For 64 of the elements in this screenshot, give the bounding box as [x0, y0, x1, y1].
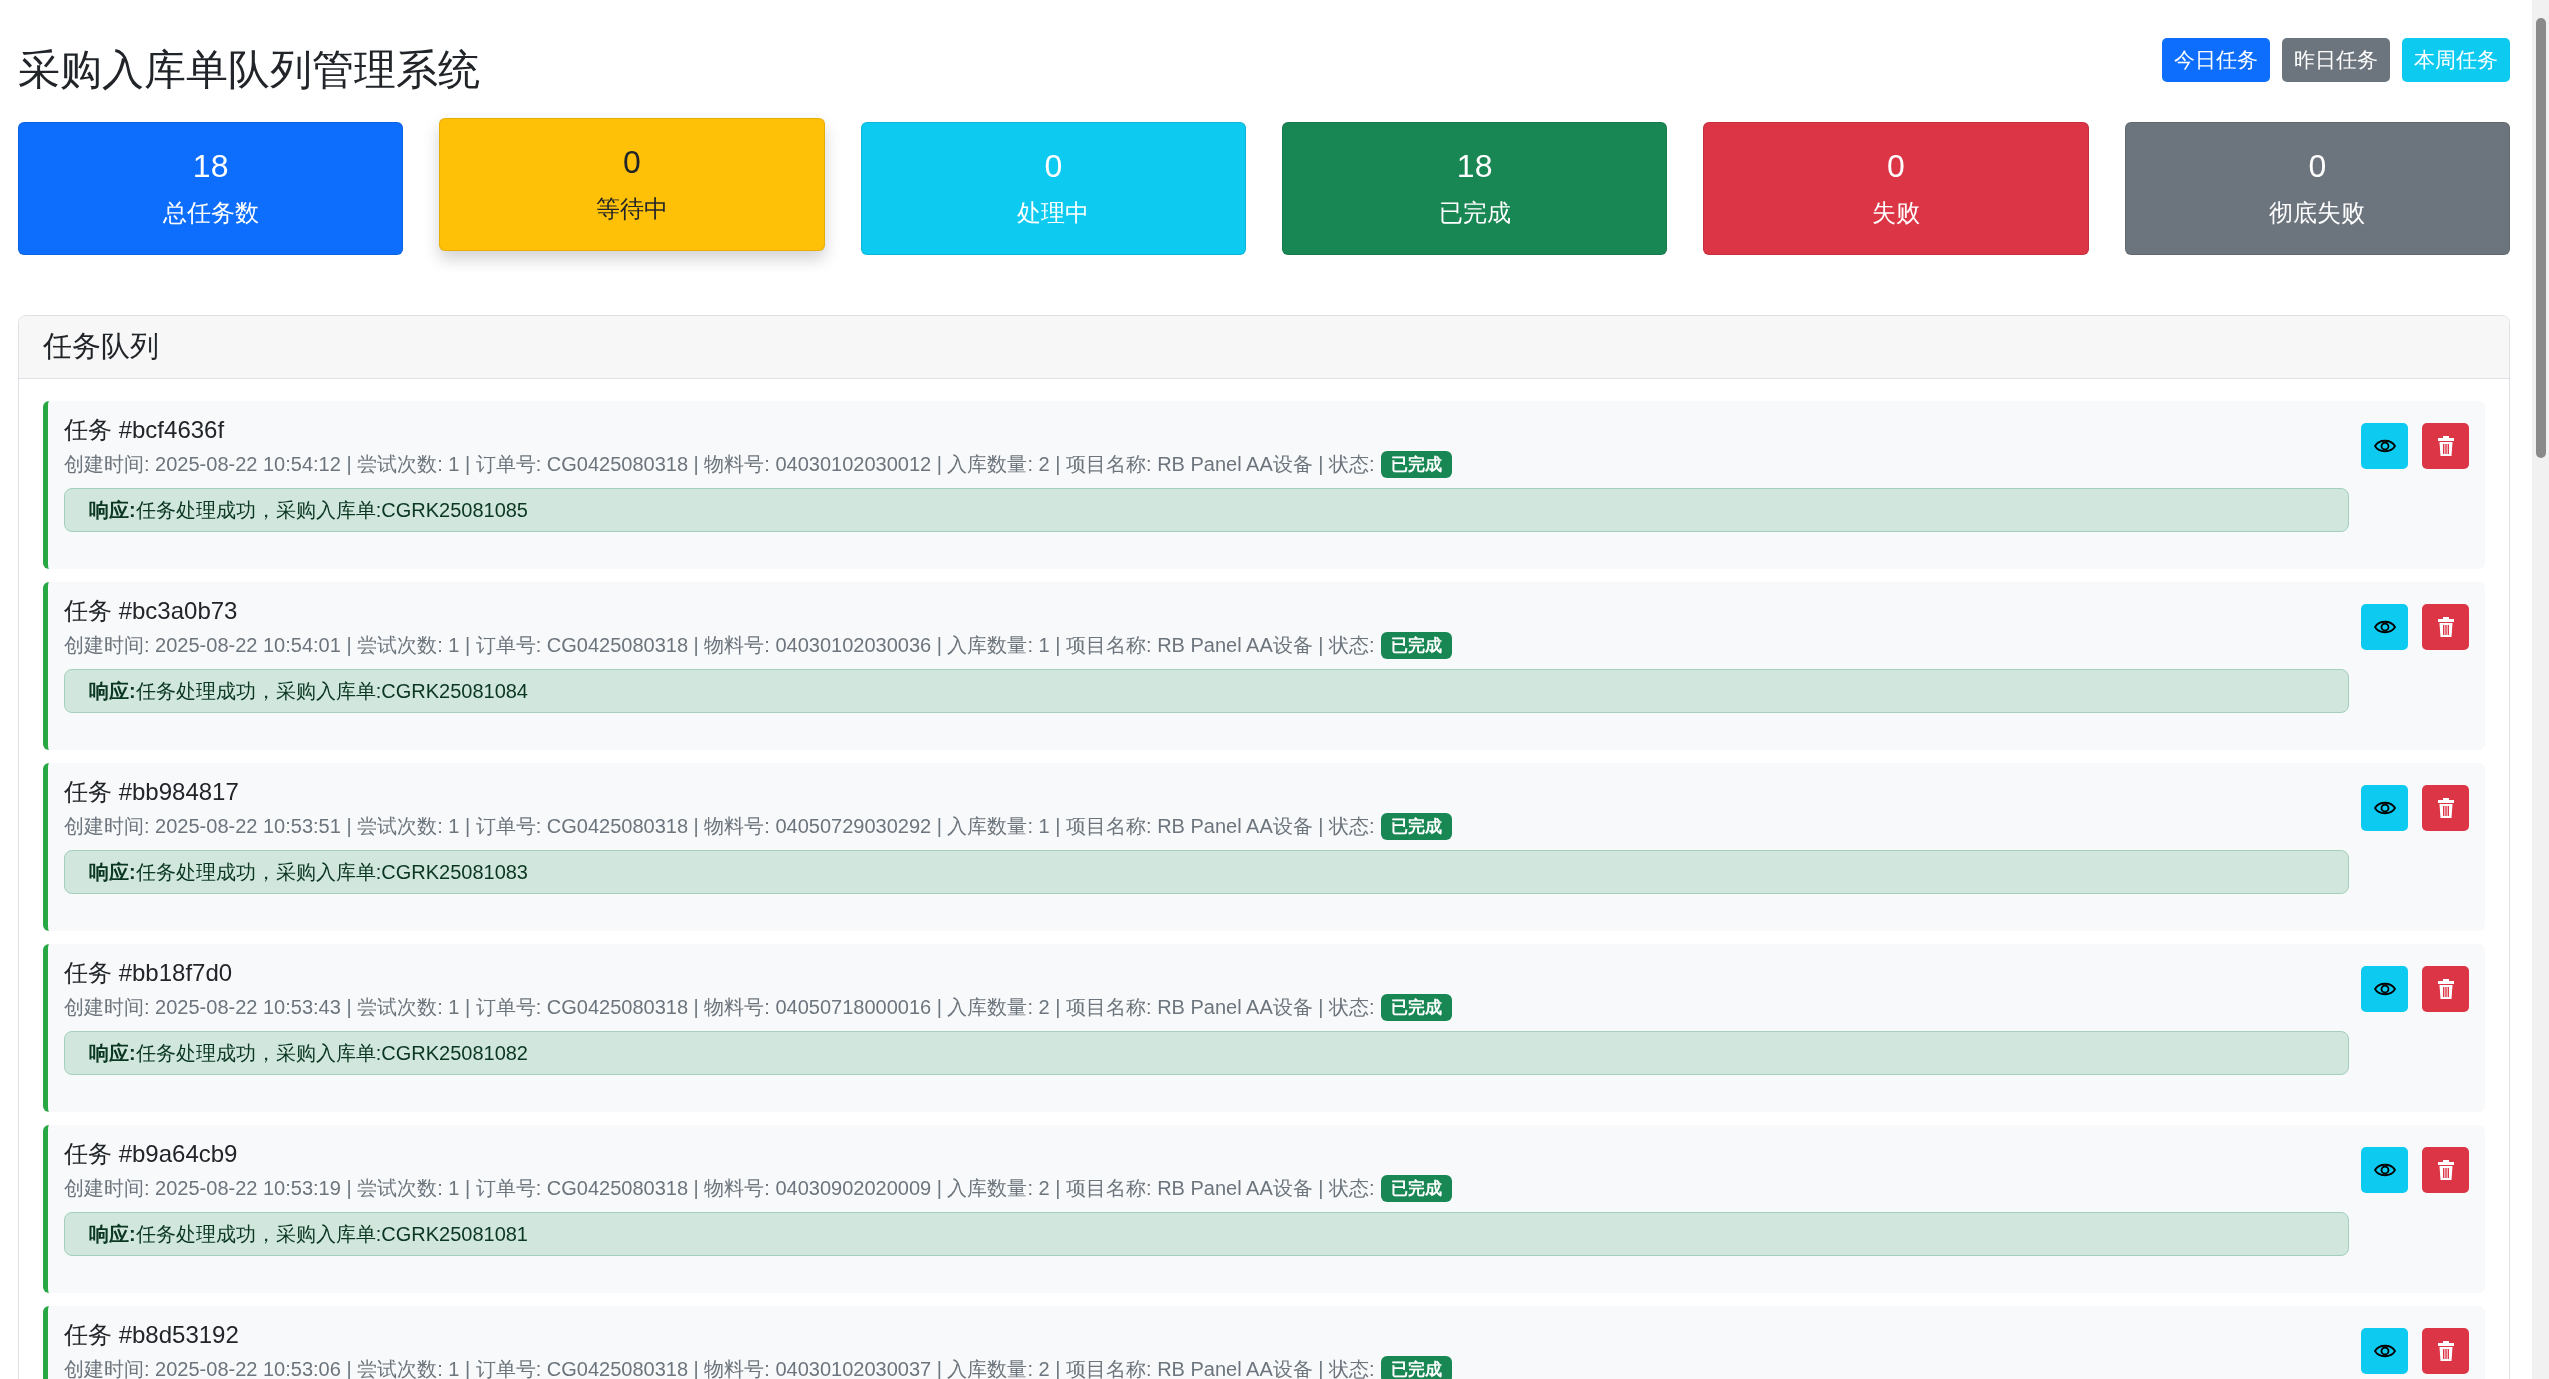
- trash-icon: [2436, 436, 2455, 456]
- response-message: 响应:任务处理成功，采购入库单:CGRK25081083: [64, 850, 2349, 894]
- scrollbar-thumb[interactable]: [2535, 18, 2546, 458]
- stat-value: 0: [623, 144, 641, 181]
- stat-value: 0: [1887, 148, 1905, 185]
- eye-icon: [2373, 438, 2396, 454]
- trash-icon: [2436, 617, 2455, 637]
- status-badge: 已完成: [1380, 451, 1452, 478]
- task-title: 任务 #b9a64cb9: [64, 1139, 239, 1169]
- delete-button[interactable]: [2422, 785, 2469, 831]
- task-title: 任务 #bc3a0b73: [64, 596, 239, 626]
- task-title: 任务 #bb984817: [64, 777, 240, 807]
- panel-title: 任务队列: [43, 329, 159, 364]
- status-badge: 已完成: [1380, 632, 1452, 659]
- status-badge: 已完成: [1380, 813, 1452, 840]
- delete-button[interactable]: [2422, 1328, 2469, 1374]
- response-message: 响应:任务处理成功，采购入库单:CGRK25081082: [64, 1031, 2349, 1075]
- response-message: 响应:任务处理成功，采购入库单:CGRK25081085: [64, 488, 2349, 532]
- stat-label: 总任务数: [162, 198, 259, 228]
- status-badge: 已完成: [1380, 1175, 1452, 1202]
- task-details: 创建时间: 2025-08-22 10:54:12 | 尝试次数: 1 | 订单号: CG0425080318 | 物料号: 04030102030012 | 入库数量: 2 | 项目名称: RB Panel AA设备 | 状态:: [64, 452, 1375, 477]
- eye-icon: [2373, 800, 2396, 816]
- delete-button[interactable]: [2422, 966, 2469, 1012]
- stat-value: 18: [1456, 148, 1493, 185]
- status-badge: 已完成: [1380, 994, 1452, 1021]
- view-button[interactable]: [2361, 1147, 2408, 1193]
- trash-icon: [2436, 979, 2455, 999]
- eye-icon: [2373, 1162, 2396, 1178]
- view-button[interactable]: [2361, 604, 2408, 650]
- response-message: 响应:任务处理成功，采购入库单:CGRK25081084: [64, 669, 2349, 713]
- stat-label: 处理中: [1017, 198, 1090, 228]
- task-title: 任务 #bb18f7d0: [64, 958, 234, 988]
- view-button[interactable]: [2361, 966, 2408, 1012]
- eye-icon: [2373, 981, 2396, 997]
- trash-icon: [2436, 1160, 2455, 1180]
- trash-icon: [2436, 1341, 2455, 1361]
- task-details: 创建时间: 2025-08-22 10:53:19 | 尝试次数: 1 | 订单号: CG0425080318 | 物料号: 04030902020009 | 入库数量: 2 | 项目名称: RB Panel AA设备 | 状态:: [64, 1176, 1375, 1201]
- task-details: 创建时间: 2025-08-22 10:53:43 | 尝试次数: 1 | 订单号: CG0425080318 | 物料号: 04050718000016 | 入库数量: 2 | 项目名称: RB Panel AA设备 | 状态:: [64, 995, 1375, 1020]
- stat-label: 等待中: [596, 194, 668, 224]
- stat-label: 已完成: [1438, 198, 1511, 228]
- response-message: 响应:任务处理成功，采购入库单:CGRK25081081: [64, 1212, 2349, 1256]
- task-title: 任务 #b8d53192: [64, 1320, 240, 1350]
- delete-button[interactable]: [2422, 1147, 2469, 1193]
- stat-value: 0: [1044, 148, 1063, 185]
- page-title: 采购入库单队列管理系统: [18, 45, 480, 95]
- delete-button[interactable]: [2422, 604, 2469, 650]
- eye-icon: [2373, 1343, 2396, 1359]
- view-button[interactable]: [2361, 785, 2408, 831]
- task-title: 任务 #bcf4636f: [64, 415, 226, 445]
- stat-value: 0: [2308, 148, 2327, 185]
- stat-value: 18: [192, 148, 229, 185]
- stat-label: 失败: [1872, 198, 1920, 228]
- filter-button[interactable]: 昨日任务: [2282, 38, 2390, 82]
- view-button[interactable]: [2361, 1328, 2408, 1374]
- view-button[interactable]: [2361, 423, 2408, 469]
- task-details: 创建时间: 2025-08-22 10:53:51 | 尝试次数: 1 | 订单号: CG0425080318 | 物料号: 04050729030292 | 入库数量: 1 | 项目名称: RB Panel AA设备 | 状态:: [64, 814, 1375, 839]
- trash-icon: [2436, 798, 2455, 818]
- delete-button[interactable]: [2422, 423, 2469, 469]
- task-details: 创建时间: 2025-08-22 10:54:01 | 尝试次数: 1 | 订单号: CG0425080318 | 物料号: 04030102030036 | 入库数量: 1 | 项目名称: RB Panel AA设备 | 状态:: [64, 633, 1375, 658]
- filter-button[interactable]: 今日任务: [2162, 38, 2270, 82]
- status-badge: 已完成: [1380, 1356, 1452, 1379]
- stat-label: 彻底失败: [2269, 198, 2366, 228]
- scrollbar[interactable]: [2532, 0, 2549, 1379]
- eye-icon: [2373, 619, 2396, 635]
